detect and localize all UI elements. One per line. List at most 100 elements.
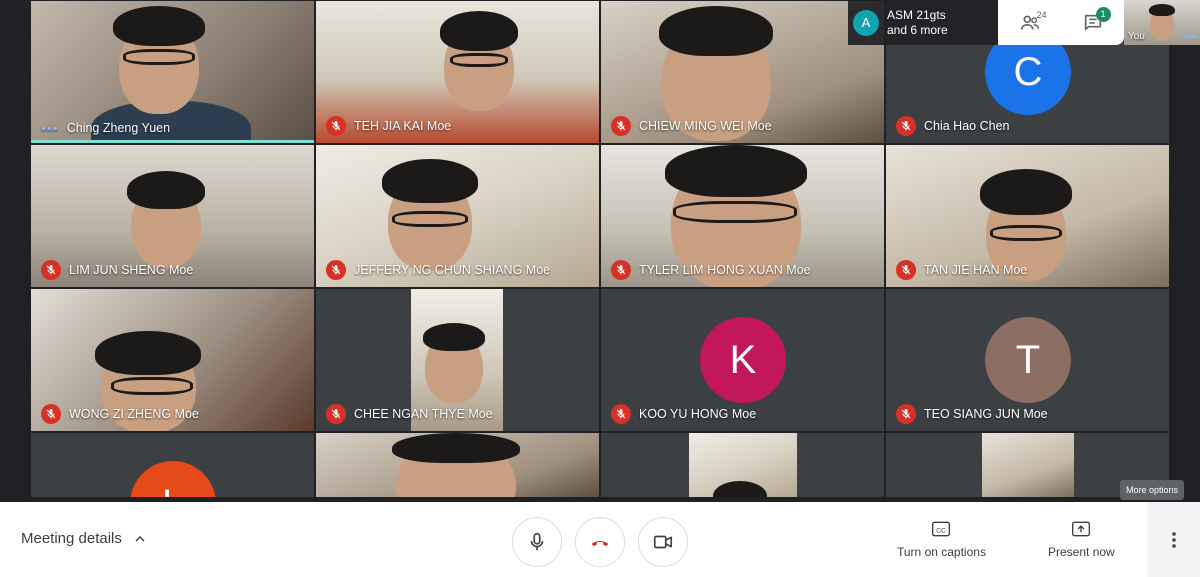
participant-tile[interactable]: K KOO YU HONG Moe — [600, 288, 885, 432]
end-call-button[interactable] — [575, 517, 625, 567]
mic-off-icon — [896, 404, 916, 424]
participant-video — [95, 331, 201, 375]
participant-tile[interactable]: TEH JIA KAI Moe — [315, 0, 600, 144]
presenter-info[interactable]: A ASM 21gts and 6 more — [848, 0, 998, 45]
participant-video — [990, 225, 1062, 241]
participant-name: LIM JUN SHENG Moe — [41, 260, 193, 280]
participant-tile[interactable]: WONG ZI ZHENG Moe — [30, 288, 315, 432]
chat-badge: 1 — [1095, 6, 1111, 22]
participant-video — [127, 171, 205, 209]
participant-tile[interactable]: JEFFERY NG CHUN SHIANG Moe — [315, 144, 600, 288]
participant-avatar: K — [700, 317, 786, 403]
participant-video — [673, 201, 797, 223]
chat-button[interactable]: 1 — [1076, 6, 1111, 38]
self-options-icon[interactable]: ••• — [1183, 30, 1196, 44]
video-camera-icon — [653, 535, 673, 549]
meeting-details-button[interactable]: Meeting details — [21, 530, 148, 547]
participant-label: JEFFERY NG CHUN SHIANG Moe — [354, 263, 551, 277]
top-overlay: A ASM 21gts and 6 more 24 1 You ••• — [848, 0, 1200, 45]
captions-icon: CC — [932, 521, 951, 537]
hang-up-icon — [591, 541, 609, 547]
participant-video — [392, 211, 468, 227]
participant-label: CHIEW MING WEI Moe — [639, 119, 772, 133]
mic-off-icon — [41, 260, 61, 280]
mic-off-icon — [326, 116, 346, 136]
presenter-others: and 6 more — [887, 22, 948, 37]
participant-name: TAN JIE HAN Moe — [896, 260, 1027, 280]
active-speaker-bar — [31, 140, 314, 143]
mic-off-icon — [41, 404, 61, 424]
participant-label: LIM JUN SHENG Moe — [69, 263, 194, 277]
overlay-actions: 24 1 — [998, 0, 1124, 45]
self-label: You — [1128, 31, 1145, 42]
mic-off-icon — [896, 116, 916, 136]
captions-label: Turn on captions — [897, 545, 986, 559]
mic-off-icon — [326, 404, 346, 424]
participant-name: ••• Ching Zheng Yuen — [41, 120, 170, 136]
participant-name: Chia Hao Chen — [896, 116, 1009, 136]
presenter-avatar: A — [853, 9, 879, 36]
participant-video — [689, 433, 797, 497]
participant-avatar: L — [130, 461, 216, 497]
mic-off-icon — [896, 260, 916, 280]
mic-off-icon — [326, 260, 346, 280]
participant-video — [450, 53, 508, 67]
participant-tile[interactable]: TYLER LIM HONG XUAN Moe — [600, 144, 885, 288]
participant-tile[interactable]: CHIEW MING WEI Moe — [600, 0, 885, 144]
present-label: Present now — [1048, 545, 1115, 559]
participant-video — [440, 11, 518, 51]
more-options-button[interactable] — [1147, 502, 1200, 577]
microphone-button[interactable] — [512, 517, 562, 567]
participant-avatar: T — [985, 317, 1071, 403]
mic-off-icon — [611, 404, 631, 424]
participant-label: TAN JIE HAN Moe — [924, 263, 1028, 277]
speaking-indicator-icon: ••• — [41, 120, 59, 136]
participant-video — [123, 49, 195, 65]
camera-button[interactable] — [638, 517, 688, 567]
self-view[interactable]: You ••• — [1124, 0, 1200, 45]
presenter-text: ASM 21gts and 6 more — [887, 8, 948, 38]
participant-tile[interactable]: LIM JUN SHENG Moe — [30, 144, 315, 288]
participant-tile[interactable]: T TEO SIANG JUN Moe — [885, 288, 1170, 432]
participant-label: Chia Hao Chen — [924, 119, 1010, 133]
participant-tile[interactable]: CHEE NGAN THYE Moe — [315, 288, 600, 432]
captions-button[interactable]: CC Turn on captions — [897, 520, 986, 559]
chevron-up-icon — [135, 535, 145, 542]
participant-name: JEFFERY NG CHUN SHIANG Moe — [326, 260, 550, 280]
more-vert-icon — [1171, 531, 1176, 548]
participant-tile[interactable] — [315, 432, 600, 498]
more-options-tooltip: More options — [1120, 480, 1185, 500]
participant-label: WONG ZI ZHENG Moe — [69, 407, 199, 421]
present-now-button[interactable]: Present now — [1048, 520, 1115, 559]
participant-tile[interactable]: ••• Ching Zheng Yuen — [30, 0, 315, 144]
svg-text:CC: CC — [937, 527, 947, 534]
participant-tile[interactable]: TAN JIE HAN Moe — [885, 144, 1170, 288]
people-count: 24 — [1036, 9, 1047, 20]
participant-tile[interactable] — [600, 432, 885, 498]
mic-off-icon — [611, 116, 631, 136]
participant-name: TEH JIA KAI Moe — [326, 116, 451, 136]
participant-name: TEO SIANG JUN Moe — [896, 404, 1048, 424]
participant-video — [665, 145, 807, 197]
participant-tile[interactable]: L — [30, 432, 315, 498]
participant-name: WONG ZI ZHENG Moe — [41, 404, 199, 424]
participant-label: TYLER LIM HONG XUAN Moe — [639, 263, 811, 277]
participant-video — [392, 433, 520, 463]
bottom-bar: Meeting details CC Turn on captions Pres… — [0, 502, 1200, 577]
participant-label: CHEE NGAN THYE Moe — [354, 407, 493, 421]
participant-label: KOO YU HONG Moe — [639, 407, 757, 421]
video-stage: ••• Ching Zheng Yuen TEH JIA KAI Moe CHI… — [0, 0, 1200, 502]
meeting-details-label: Meeting details — [21, 530, 122, 547]
people-button[interactable]: 24 — [1013, 8, 1047, 38]
participant-label: TEO SIANG JUN Moe — [924, 407, 1048, 421]
participant-video — [980, 169, 1072, 215]
participant-label: TEH JIA KAI Moe — [354, 119, 452, 133]
participant-video — [659, 6, 773, 56]
participant-label: Ching Zheng Yuen — [66, 121, 171, 135]
participant-name: TYLER LIM HONG XUAN Moe — [611, 260, 811, 280]
participant-video — [113, 6, 205, 46]
participant-grid: ••• Ching Zheng Yuen TEH JIA KAI Moe CHI… — [30, 0, 1172, 502]
participant-name: CHIEW MING WEI Moe — [611, 116, 772, 136]
participant-name: CHEE NGAN THYE Moe — [326, 404, 493, 424]
microphone-icon — [530, 532, 544, 551]
